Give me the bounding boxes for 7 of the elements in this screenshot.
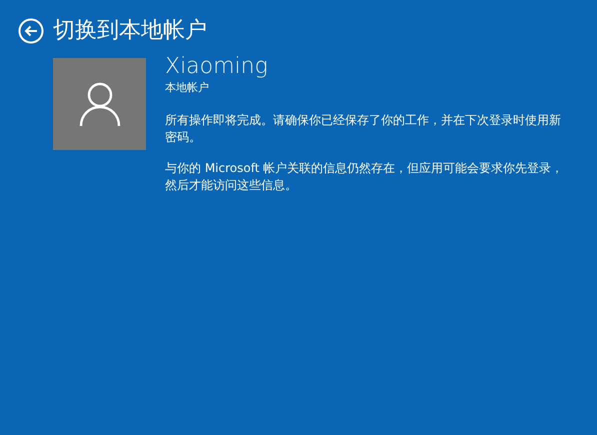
account-type: 本地帐户 bbox=[165, 81, 209, 95]
back-button[interactable] bbox=[18, 18, 44, 44]
message-paragraph: 所有操作即将完成。请确保你已经保存了你的工作，并在下次登录时使用新密码。 bbox=[165, 112, 562, 146]
avatar-icon bbox=[53, 58, 146, 150]
page-title: 切换到本地帐户 bbox=[53, 17, 207, 45]
message-paragraph: 与你的 Microsoft 帐户关联的信息仍然存在，但应用可能会要求你先登录，然后才能访问这些信息。 bbox=[165, 160, 564, 194]
user-name: Xiaoming bbox=[165, 55, 268, 79]
